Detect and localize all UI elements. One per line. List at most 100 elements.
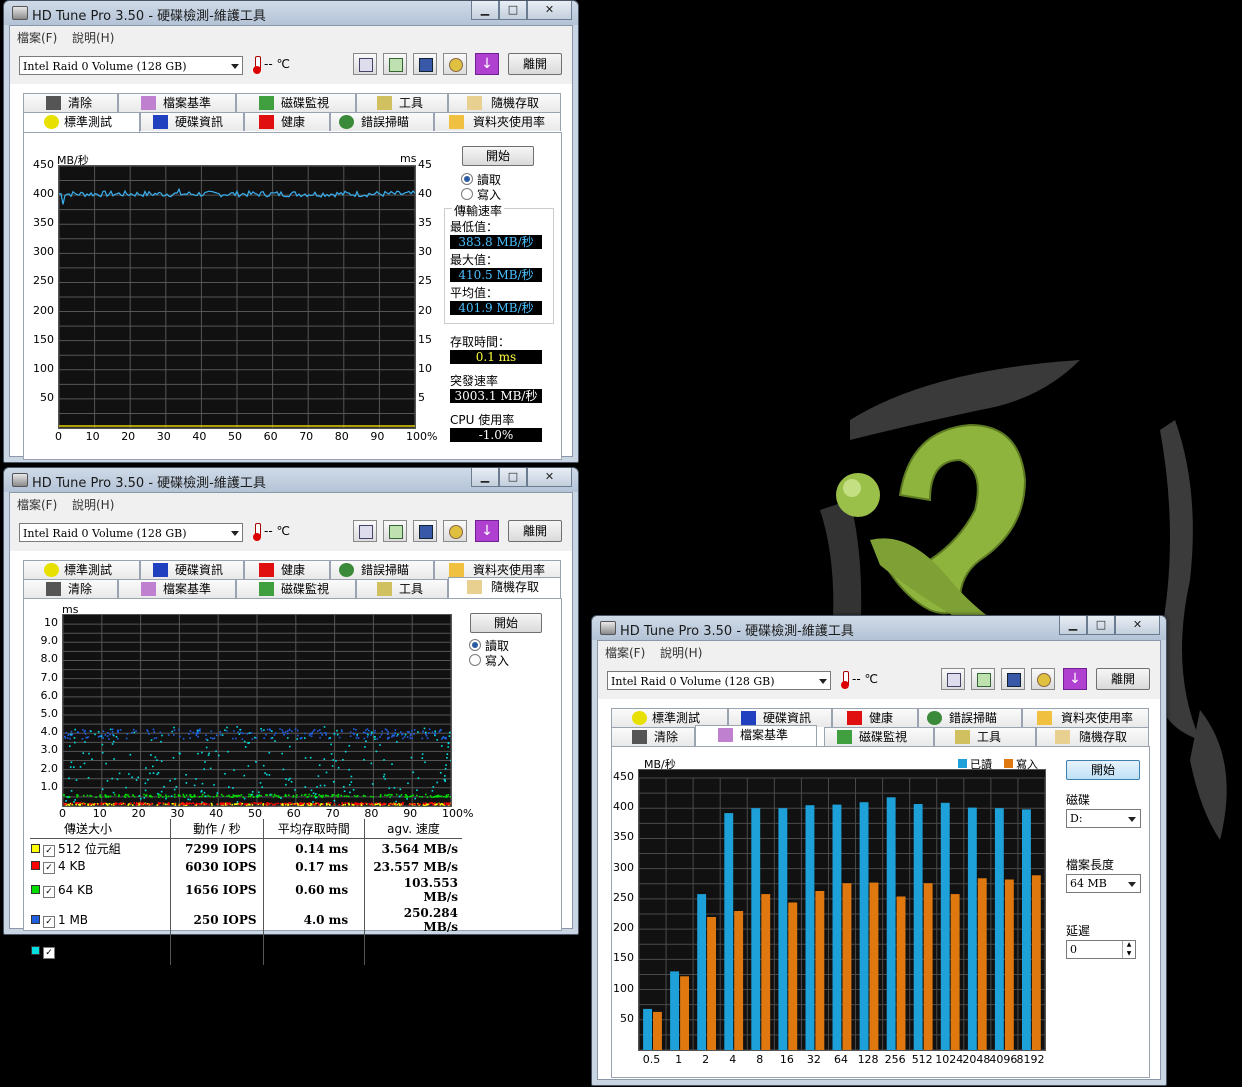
series-checkbox[interactable]: ✓ (43, 915, 55, 928)
read-bar (805, 805, 815, 1050)
spin-down-icon[interactable]: ▼ (1122, 949, 1135, 958)
tab-erase[interactable]: 清除 (23, 93, 118, 112)
menu-file[interactable]: 檔案(F) (605, 644, 645, 661)
save-button[interactable] (1001, 668, 1025, 690)
download-button[interactable]: ↓ (475, 53, 499, 75)
series-checkbox[interactable]: ✓ (43, 862, 55, 874)
minimize-button[interactable]: ▁ (471, 468, 499, 487)
tab-file-benchmark[interactable]: 檔案基準 (695, 725, 817, 746)
access-time-plot (62, 615, 453, 807)
tab-file-benchmark[interactable]: 檔案基準 (118, 93, 236, 112)
close-button[interactable]: ✕ (527, 468, 572, 487)
tab-folder-usage[interactable]: 資料夾使用率 (434, 112, 561, 131)
disk-label: 磁碟 (1066, 793, 1091, 807)
tab-health[interactable]: 健康 (832, 708, 918, 727)
tab-benchmark[interactable]: 標準測試 (23, 112, 140, 133)
iops-value: 7299 IOPS (170, 838, 264, 858)
options-button[interactable] (443, 520, 467, 542)
exit-button[interactable]: 離開 (508, 53, 562, 75)
drive-select[interactable]: Intel Raid 0 Volume (128 GB) (19, 56, 243, 75)
download-button[interactable]: ↓ (1063, 668, 1087, 690)
y-tick-label: 300 (613, 860, 634, 874)
drive-select[interactable]: Intel Raid 0 Volume (128 GB) (19, 523, 243, 542)
start-button[interactable]: 開始 (462, 146, 534, 166)
close-button[interactable]: ✕ (527, 1, 572, 20)
copy-screenshot-button[interactable] (383, 520, 407, 542)
minimize-button[interactable]: ▁ (1059, 616, 1087, 635)
options-button[interactable] (443, 53, 467, 75)
tab-error-scan[interactable]: 錯誤掃瞄 (918, 708, 1022, 727)
file-benchmark-icon (141, 96, 156, 110)
tab-random-access[interactable]: 隨機存取 (1036, 727, 1149, 746)
tab-tools[interactable]: 工具 (356, 93, 448, 112)
start-button[interactable]: 開始 (470, 613, 542, 633)
series-color-swatch (31, 844, 40, 853)
title-bar[interactable]: HD Tune Pro 3.50 - 硬碟檢測-維護工具 ▁ □ ✕ (4, 1, 578, 25)
tab-tools[interactable]: 工具 (356, 579, 448, 598)
file-length-select[interactable]: 64 MB (1066, 874, 1141, 893)
menu-help[interactable]: 說明(H) (72, 29, 114, 46)
tab-random-access[interactable]: 隨機存取 (448, 577, 561, 598)
menu-file[interactable]: 檔案(F) (17, 29, 57, 46)
app-icon (12, 473, 28, 487)
y-tick-label: 100 (613, 981, 634, 995)
series-checkbox[interactable]: ✓ (43, 946, 55, 959)
save-button[interactable] (413, 520, 437, 542)
screenshot-icon (977, 673, 991, 687)
tab-disk-monitor[interactable]: 磁碟監視 (236, 579, 356, 598)
delay-label: 延遲 (1066, 924, 1091, 938)
tab-erase[interactable]: 清除 (611, 727, 695, 746)
maximize-button[interactable]: □ (1087, 616, 1115, 635)
minimize-button[interactable]: ▁ (471, 1, 499, 20)
series-size-label: 4 KB (58, 859, 86, 873)
drive-select[interactable]: Intel Raid 0 Volume (128 GB) (607, 671, 831, 690)
tab-info[interactable]: 硬碟資訊 (140, 112, 244, 131)
tab-error-scan[interactable]: 錯誤掃瞄 (330, 560, 434, 579)
write-radio[interactable]: 寫入 (469, 652, 509, 669)
tab-random-access[interactable]: 隨機存取 (448, 93, 561, 112)
close-button[interactable]: ✕ (1115, 616, 1160, 635)
disk-select[interactable]: D: (1066, 809, 1141, 828)
spin-up-icon[interactable]: ▲ (1122, 941, 1135, 949)
tab-health[interactable]: 健康 (244, 560, 330, 579)
copy-screenshot-button[interactable] (383, 53, 407, 75)
start-button[interactable]: 開始 (1066, 760, 1140, 780)
menu-file[interactable]: 檔案(F) (17, 496, 57, 513)
exit-button[interactable]: 離開 (1096, 668, 1150, 690)
tab-health[interactable]: 健康 (244, 112, 330, 131)
x-tick-label: 50 (228, 430, 242, 443)
maximize-button[interactable]: □ (499, 1, 527, 20)
tab-label: 資料夾使用率 (1061, 711, 1134, 725)
tab-disk-monitor[interactable]: 磁碟監視 (236, 93, 356, 112)
burst-rate-label: 突發速率 (450, 374, 499, 388)
exit-button[interactable]: 離開 (508, 520, 562, 542)
tab-info[interactable]: 硬碟資訊 (140, 560, 244, 579)
health-cross-icon (259, 115, 274, 129)
copy-screenshot-button[interactable] (971, 668, 995, 690)
series-checkbox[interactable]: ✓ (43, 885, 55, 898)
write-radio[interactable]: 寫入 (461, 186, 501, 203)
trash-icon (46, 96, 61, 110)
menu-bar: 檔案(F) 說明(H) (598, 641, 1160, 661)
tab-file-benchmark[interactable]: 檔案基準 (118, 579, 236, 598)
tab-tools[interactable]: 工具 (934, 727, 1036, 746)
tab-benchmark[interactable]: 標準測試 (23, 560, 140, 579)
download-button[interactable]: ↓ (475, 520, 499, 542)
tab-erase[interactable]: 清除 (23, 579, 118, 598)
maximize-button[interactable]: □ (499, 468, 527, 487)
copy-text-button[interactable] (353, 53, 377, 75)
options-button[interactable] (1031, 668, 1055, 690)
series-checkbox[interactable]: ✓ (43, 845, 55, 857)
menu-help[interactable]: 說明(H) (660, 644, 702, 661)
title-bar[interactable]: HD Tune Pro 3.50 - 硬碟檢測-維護工具 ▁ □ ✕ (4, 468, 578, 492)
menu-help[interactable]: 說明(H) (72, 496, 114, 513)
delay-spinner[interactable]: 0 ▲ ▼ (1066, 940, 1136, 959)
title-bar[interactable]: HD Tune Pro 3.50 - 硬碟檢測-維護工具 ▁ □ ✕ (592, 616, 1166, 640)
copy-text-button[interactable] (941, 668, 965, 690)
tab-folder-usage[interactable]: 資料夾使用率 (1022, 708, 1149, 727)
tab-error-scan[interactable]: 錯誤掃瞄 (330, 112, 434, 131)
save-button[interactable] (413, 53, 437, 75)
app-icon (600, 621, 616, 635)
tab-disk-monitor[interactable]: 磁碟監視 (824, 727, 934, 746)
copy-text-button[interactable] (353, 520, 377, 542)
